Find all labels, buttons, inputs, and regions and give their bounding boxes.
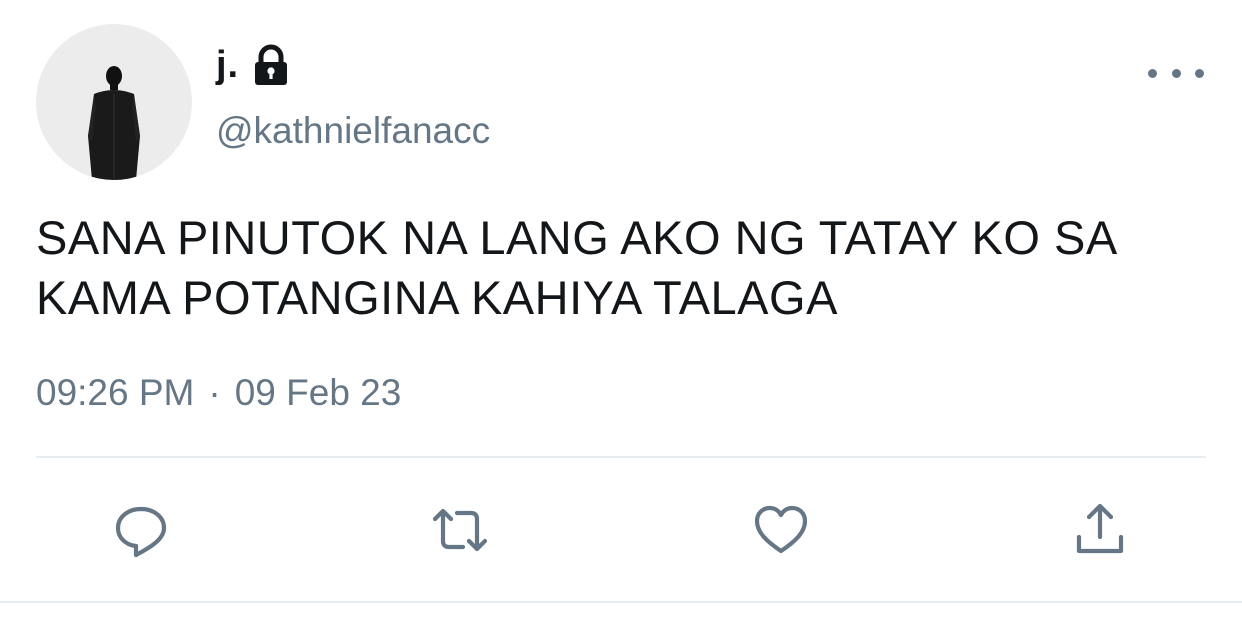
- more-dot: [1148, 68, 1157, 78]
- action-bar: [0, 490, 1242, 570]
- retweet-icon: [432, 508, 488, 552]
- like-button[interactable]: [741, 490, 821, 570]
- share-button[interactable]: [1060, 490, 1140, 570]
- tweet-time: 09:26 PM: [36, 372, 195, 413]
- more-dot: [1195, 68, 1204, 78]
- lock-icon: [249, 43, 293, 87]
- more-options-icon[interactable]: [1148, 58, 1204, 88]
- display-name[interactable]: j.: [216, 44, 239, 87]
- retweet-button[interactable]: [420, 490, 500, 570]
- bottom-divider: [0, 601, 1242, 603]
- share-icon: [1076, 503, 1124, 554]
- reply-icon: [115, 506, 167, 558]
- avatar[interactable]: [36, 24, 192, 180]
- display-name-row: j.: [216, 40, 293, 90]
- divider: [36, 456, 1206, 458]
- reply-button[interactable]: [101, 490, 181, 570]
- tweet-text: SANA PINUTOK NA LANG AKO NG TATAY KO SA …: [36, 211, 1116, 324]
- user-handle[interactable]: @kathnielfanacc: [216, 110, 490, 152]
- person-silhouette-icon: [88, 66, 140, 180]
- timestamp-separator: ·: [208, 372, 221, 413]
- heart-icon: [754, 505, 808, 554]
- more-dot: [1171, 68, 1181, 78]
- tweet-card: j. @kathnielfanacc SANA PINUTOK NA LANG …: [0, 0, 1242, 621]
- timestamp[interactable]: 09:26 PM · 09 Feb 23: [36, 372, 401, 414]
- tweet-date: 09 Feb 23: [234, 372, 402, 413]
